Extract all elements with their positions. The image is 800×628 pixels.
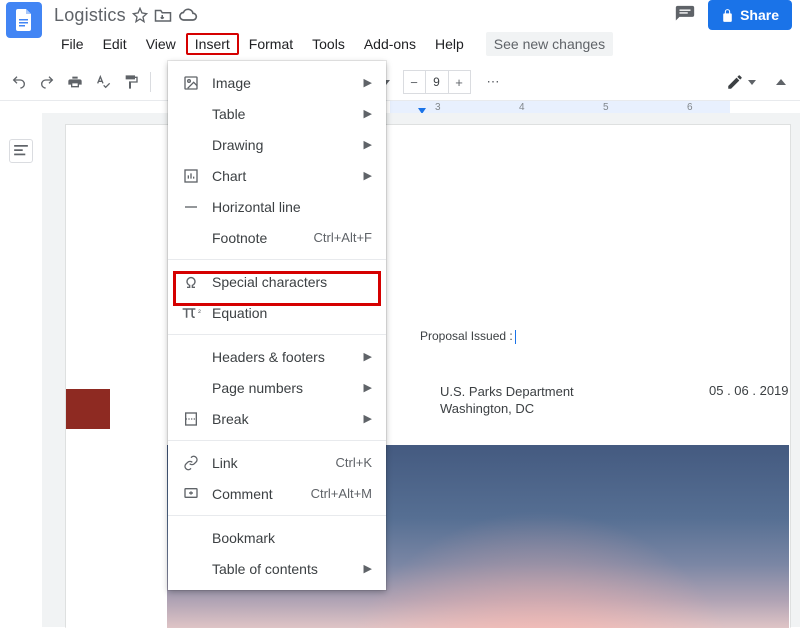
menu-format[interactable]: Format <box>240 33 302 55</box>
insert-comment[interactable]: Comment Ctrl+Alt+M <box>168 478 386 509</box>
text-cursor <box>515 330 516 344</box>
star-icon[interactable] <box>132 7 148 23</box>
submenu-arrow-icon: ▶ <box>364 412 372 425</box>
menu-insert[interactable]: Insert <box>186 33 239 55</box>
menu-file[interactable]: File <box>52 33 93 55</box>
undo-icon[interactable] <box>8 71 30 93</box>
font-size-increase[interactable]: + <box>448 71 470 93</box>
submenu-arrow-icon: ▶ <box>364 138 372 151</box>
print-icon[interactable] <box>64 71 86 93</box>
document-title[interactable]: Logistics <box>54 5 126 26</box>
dept-text: U.S. Parks Department <box>440 384 574 399</box>
insert-footnote[interactable]: Footnote Ctrl+Alt+F <box>168 222 386 253</box>
font-size-box: − 9 + <box>403 70 471 94</box>
insert-horizontal-line[interactable]: Horizontal line <box>168 191 386 222</box>
outline-toggle-icon[interactable] <box>9 139 33 163</box>
editing-mode[interactable] <box>726 73 756 91</box>
omega-icon <box>180 274 202 290</box>
see-new-changes[interactable]: See new changes <box>486 32 613 56</box>
insert-chart[interactable]: Chart ▶ <box>168 160 386 191</box>
comment-icon <box>180 486 202 502</box>
outline-rail <box>0 113 42 627</box>
city-text: Washington, DC <box>440 401 534 416</box>
submenu-arrow-icon: ▶ <box>364 381 372 394</box>
redo-icon[interactable] <box>36 71 58 93</box>
share-label: Share <box>740 7 779 23</box>
move-folder-icon[interactable] <box>154 7 172 23</box>
insert-headers-footers[interactable]: Headers & footers ▶ <box>168 341 386 372</box>
submenu-arrow-icon: ▶ <box>364 76 372 89</box>
cloud-status-icon[interactable] <box>178 8 198 22</box>
insert-dropdown: Image ▶ Table ▶ Drawing ▶ Chart ▶ Horizo… <box>168 61 386 590</box>
insert-drawing[interactable]: Drawing ▶ <box>168 129 386 160</box>
submenu-arrow-icon: ▶ <box>364 107 372 120</box>
image-icon <box>180 75 202 91</box>
expand-up-icon[interactable] <box>770 71 792 93</box>
ruler-tick: 6 <box>687 102 693 113</box>
docs-app-icon[interactable] <box>6 2 42 38</box>
insert-image[interactable]: Image ▶ <box>168 67 386 98</box>
spellcheck-icon[interactable] <box>92 71 114 93</box>
insert-equation[interactable]: ² Equation <box>168 297 386 328</box>
menu-view[interactable]: View <box>137 33 185 55</box>
more-toolbar-icon[interactable]: ⋯ <box>483 71 505 93</box>
submenu-arrow-icon: ▶ <box>364 169 372 182</box>
insert-break[interactable]: Break ▶ <box>168 403 386 434</box>
paint-format-icon[interactable] <box>120 71 142 93</box>
ruler-tick: 5 <box>603 102 609 113</box>
font-size-decrease[interactable]: − <box>404 71 426 93</box>
insert-toc[interactable]: Table of contents ▶ <box>168 553 386 584</box>
toolbar: − 9 + ⋯ <box>0 62 800 100</box>
menu-edit[interactable]: Edit <box>94 33 136 55</box>
pi-icon: ² <box>180 306 202 320</box>
insert-bookmark[interactable]: Bookmark <box>168 522 386 553</box>
break-icon <box>180 411 202 427</box>
font-size-value[interactable]: 9 <box>426 75 448 89</box>
red-block <box>66 389 110 429</box>
link-icon <box>180 455 202 471</box>
menu-addons[interactable]: Add-ons <box>355 33 425 55</box>
submenu-arrow-icon: ▶ <box>364 562 372 575</box>
menu-help[interactable]: Help <box>426 33 473 55</box>
insert-page-numbers[interactable]: Page numbers ▶ <box>168 372 386 403</box>
date-text: 05 . 06 . 2019 <box>709 383 789 398</box>
chart-icon <box>180 168 202 184</box>
menu-tools[interactable]: Tools <box>303 33 354 55</box>
insert-special-characters[interactable]: Special characters <box>168 266 386 297</box>
insert-table[interactable]: Table ▶ <box>168 98 386 129</box>
hr-icon <box>180 199 202 215</box>
insert-link[interactable]: Link Ctrl+K <box>168 447 386 478</box>
submenu-arrow-icon: ▶ <box>364 350 372 363</box>
ruler-tick: 3 <box>435 102 441 113</box>
share-button[interactable]: Share <box>708 0 792 30</box>
proposal-issued-text: Proposal Issued : <box>420 329 516 344</box>
menubar: File Edit View Insert Format Tools Add-o… <box>0 24 800 62</box>
ruler-tick: 4 <box>519 102 525 113</box>
open-comments-icon[interactable] <box>674 4 696 26</box>
